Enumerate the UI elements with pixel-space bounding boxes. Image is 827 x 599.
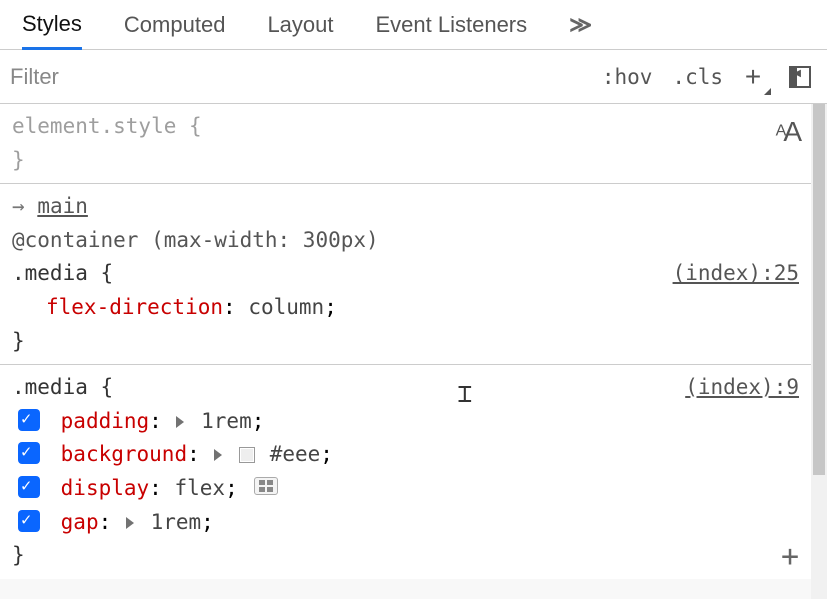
styles-toolbar: Filter :hov .cls + <box>0 50 827 104</box>
new-style-rule-button[interactable]: + <box>739 61 767 93</box>
prop-name[interactable]: background <box>61 442 187 466</box>
prop-name[interactable]: gap <box>61 510 99 534</box>
prop-name[interactable]: padding <box>61 409 150 433</box>
font-size-icon[interactable]: AA <box>776 110 799 155</box>
source-link[interactable]: (index):25 <box>673 257 799 291</box>
element-style-block[interactable]: AA element.style { } <box>0 104 811 184</box>
prop-value[interactable]: 1rem <box>151 510 202 534</box>
media-rule-selector[interactable]: .media <box>12 375 88 399</box>
close-brace: } <box>12 329 25 353</box>
open-brace: { <box>101 261 114 285</box>
cls-toggle[interactable]: .cls <box>672 65 723 89</box>
checkbox-icon[interactable] <box>18 510 40 532</box>
prop-value[interactable]: flex <box>174 476 225 500</box>
source-link[interactable]: (index):9 <box>685 371 799 405</box>
container-rule-selector[interactable]: .media <box>12 261 88 285</box>
prop-name[interactable]: display <box>61 476 150 500</box>
media-rule-block[interactable]: (index):9 .media { padding: 1rem; backgr… <box>0 365 811 579</box>
decl-padding[interactable]: padding: 1rem; <box>12 405 799 439</box>
decl-flex-direction[interactable]: flex-direction: column; <box>12 291 799 325</box>
container-at-rule: @container (max-width: 300px) <box>12 228 379 252</box>
checkbox-icon[interactable] <box>18 476 40 498</box>
close-brace: } <box>12 543 25 567</box>
tab-styles[interactable]: Styles <box>22 1 82 50</box>
hov-toggle[interactable]: :hov <box>602 65 653 89</box>
container-query-rule-block[interactable]: → main @container (max-width: 300px) (in… <box>0 184 811 365</box>
checkbox-icon[interactable] <box>18 442 40 464</box>
color-swatch-icon[interactable] <box>239 447 255 463</box>
rules-list: AA element.style { } → main @container (… <box>0 104 811 599</box>
open-brace: { <box>101 375 114 399</box>
container-arrow-icon: → <box>12 194 25 218</box>
prop-value[interactable]: #eee <box>270 442 321 466</box>
expand-icon[interactable] <box>126 517 134 529</box>
prop-value[interactable]: 1rem <box>201 409 252 433</box>
decl-display[interactable]: display: flex; <box>12 472 799 506</box>
element-style-selector: element.style { <box>12 114 202 138</box>
tab-event-listeners[interactable]: Event Listeners <box>376 0 528 49</box>
decl-gap[interactable]: gap: 1rem; <box>12 506 799 540</box>
toggle-computed-panel-icon[interactable] <box>789 66 811 88</box>
tab-layout[interactable]: Layout <box>267 0 333 49</box>
filter-input[interactable]: Filter <box>10 64 592 90</box>
tabs-bar: Styles Computed Layout Event Listeners ≫ <box>0 0 827 50</box>
container-name-link[interactable]: main <box>37 194 88 218</box>
add-declaration-button[interactable]: + <box>781 533 799 581</box>
prop-name[interactable]: flex-direction <box>46 295 223 319</box>
flexbox-editor-icon[interactable] <box>254 477 278 495</box>
vertical-scrollbar[interactable] <box>811 104 827 599</box>
tab-computed[interactable]: Computed <box>124 0 226 49</box>
prop-value[interactable]: column <box>248 295 324 319</box>
expand-icon[interactable] <box>176 416 184 428</box>
tabs-overflow-icon[interactable]: ≫ <box>569 12 592 38</box>
expand-icon[interactable] <box>214 449 222 461</box>
element-style-close: } <box>12 148 25 172</box>
styles-panel: Ꮖ AA element.style { } → main @container… <box>0 104 827 599</box>
decl-background[interactable]: background: #eee; <box>12 438 799 472</box>
checkbox-icon[interactable] <box>18 409 40 431</box>
